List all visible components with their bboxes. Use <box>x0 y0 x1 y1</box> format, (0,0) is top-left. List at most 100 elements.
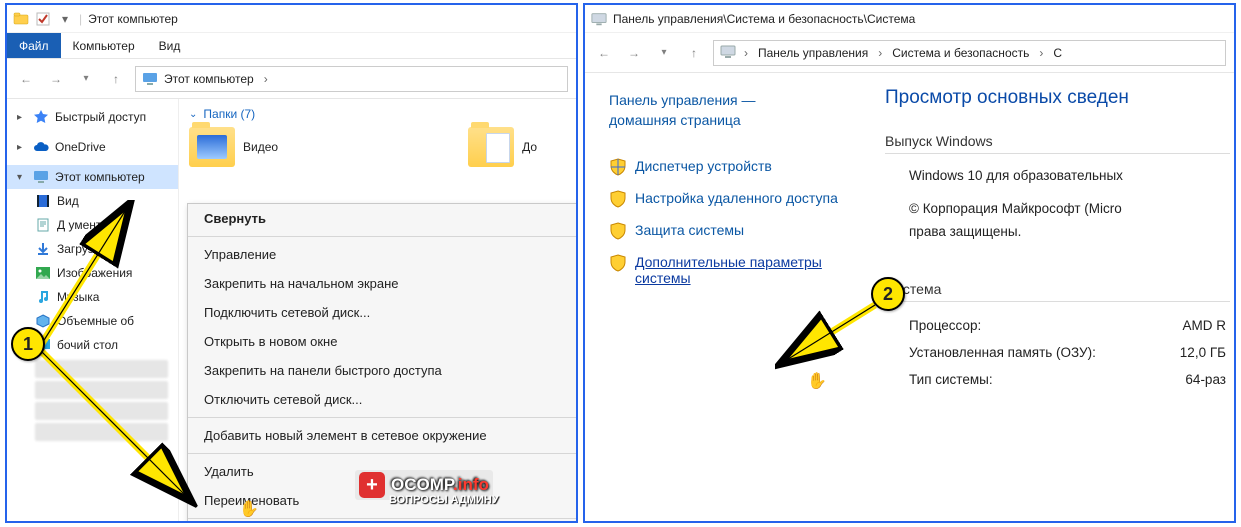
row-value: 12,0 ГБ <box>1180 345 1226 360</box>
pc-icon <box>33 169 49 185</box>
checkbox-icon <box>35 11 51 27</box>
forward-button[interactable]: → <box>623 42 645 64</box>
edition-value: Windows 10 для образовательных <box>885 164 1230 187</box>
annotation-badge-2: 2 <box>871 277 905 311</box>
back-button[interactable]: ← <box>593 42 615 64</box>
ctx-manage[interactable]: Управление <box>188 240 578 269</box>
row-value: 64-раз <box>1185 372 1226 387</box>
divider <box>885 153 1230 154</box>
link-label: Защита системы <box>635 222 744 238</box>
address-bar[interactable]: Панель управления Система и безопасность… <box>713 40 1226 66</box>
ctx-rename[interactable]: Переименовать <box>188 486 578 515</box>
ctx-add-network-location[interactable]: Добавить новый элемент в сетевое окружен… <box>188 421 578 450</box>
crumb-thispc[interactable]: Этот компьютер <box>162 70 256 88</box>
system-info-pane: Просмотр основных сведен Выпуск Windows … <box>879 73 1234 521</box>
shield-icon <box>609 254 627 272</box>
ctx-map-drive[interactable]: Подключить сетевой диск... <box>188 298 578 327</box>
ctx-delete[interactable]: Удалить <box>188 457 578 486</box>
music-icon <box>35 289 51 305</box>
section-edition: Выпуск Windows <box>885 133 1230 149</box>
row-cpu: Процессор: AMD R <box>885 312 1230 339</box>
separator <box>188 417 578 418</box>
folder-large-icon <box>468 127 514 167</box>
group-header-folders[interactable]: ⌄ Папки (7) <box>189 107 566 121</box>
window-title: Этот компьютер <box>88 12 178 26</box>
blurred-item <box>35 360 168 378</box>
tree-label: Этот компьютер <box>55 170 145 184</box>
tree-downloads[interactable]: Загрузки <box>7 237 178 261</box>
tree-onedrive[interactable]: ▸ OneDrive <box>7 135 178 159</box>
folder-label: Видео <box>243 140 278 154</box>
ctx-collapse[interactable]: Свернуть <box>188 204 578 233</box>
cloud-icon <box>33 139 49 155</box>
ctx-pin-start[interactable]: Закрепить на начальном экране <box>188 269 578 298</box>
shield-icon <box>609 158 627 176</box>
nav-bar: ← → ▾ ↑ Панель управления Система и безо… <box>585 33 1234 73</box>
cp-home-link[interactable]: Панель управления — домашняя страница <box>609 91 869 130</box>
tab-file[interactable]: Файл <box>7 33 61 58</box>
chevron-down-icon: ▾ <box>17 172 27 183</box>
tree-label: Быстрый доступ <box>55 110 146 124</box>
forward-button[interactable]: → <box>45 68 67 90</box>
link-remote-settings[interactable]: Настройка удаленного доступа <box>609 190 869 208</box>
folder-documents[interactable]: До <box>468 127 537 167</box>
ctx-pin-quick[interactable]: Закрепить на панели быстрого доступа <box>188 356 578 385</box>
row-value: AMD R <box>1183 318 1227 333</box>
crumb-control-panel[interactable]: Панель управления <box>756 44 870 62</box>
blurred-item <box>35 402 168 420</box>
separator <box>188 518 578 519</box>
crumb-system[interactable]: С <box>1051 44 1064 62</box>
ribbon-tabs: Файл Компьютер Вид <box>7 33 576 59</box>
explorer-titlebar: ▾ | Этот компьютер <box>7 5 576 33</box>
section-system: Система <box>885 281 1230 297</box>
tree-images[interactable]: Изображения <box>7 261 178 285</box>
crumb-system-security[interactable]: Система и безопасность <box>890 44 1031 62</box>
link-label: Настройка удаленного доступа <box>635 190 838 206</box>
ctx-open-new-window[interactable]: Открыть в новом окне <box>188 327 578 356</box>
tree-label: бочий стол <box>57 338 118 352</box>
separator <box>188 453 578 454</box>
nav-tree: ▸ Быстрый доступ ▸ OneDrive ▾ Этот компь… <box>7 99 179 521</box>
up-button[interactable]: ↑ <box>683 42 705 64</box>
link-label: Диспетчер устройств <box>635 158 772 174</box>
window-title: Панель управления\Система и безопасность… <box>613 12 915 26</box>
folder-video[interactable]: Видео <box>189 127 278 167</box>
up-button[interactable]: ↑ <box>105 68 127 90</box>
row-systype: Тип системы: 64-раз <box>885 366 1230 393</box>
folder-icon <box>13 11 29 27</box>
tree-music[interactable]: Музыка <box>7 285 178 309</box>
copyright-line: © Корпорация Майкрософт (Micro <box>885 197 1230 220</box>
tree-video[interactable]: Вид <box>7 189 178 213</box>
row-key: Установленная память (ОЗУ): <box>909 345 1096 360</box>
tab-computer[interactable]: Компьютер <box>61 33 147 58</box>
crumb-separator-icon <box>260 72 272 86</box>
crumb-separator-icon <box>740 46 752 60</box>
context-menu: Свернуть Управление Закрепить на начальн… <box>187 203 578 523</box>
tree-label: Изображения <box>57 266 132 280</box>
chevron-down-icon: ⌄ <box>189 109 197 120</box>
blurred-item <box>35 381 168 399</box>
explorer-window: ▾ | Этот компьютер Файл Компьютер Вид ← … <box>5 3 578 523</box>
ctx-disconnect-drive[interactable]: Отключить сетевой диск... <box>188 385 578 414</box>
history-dropdown[interactable]: ▾ <box>653 42 675 64</box>
crumb-separator-icon <box>1035 46 1047 60</box>
dropdown-icon[interactable]: ▾ <box>57 11 73 27</box>
link-system-protection[interactable]: Защита системы <box>609 222 869 240</box>
tab-view[interactable]: Вид <box>147 33 193 58</box>
crumb-separator-icon <box>874 46 886 60</box>
tree-quick-access[interactable]: ▸ Быстрый доступ <box>7 105 178 129</box>
ctx-properties[interactable]: Свойст <box>188 522 578 523</box>
pc-icon <box>720 45 736 61</box>
link-advanced-system-settings[interactable]: Дополнительные параметры системы <box>609 254 869 286</box>
divider <box>885 301 1230 302</box>
tree-this-pc[interactable]: ▾ Этот компьютер <box>7 165 178 189</box>
row-ram: Установленная память (ОЗУ): 12,0 ГБ <box>885 339 1230 366</box>
link-device-manager[interactable]: Диспетчер устройств <box>609 158 869 176</box>
film-icon <box>35 193 51 209</box>
chevron-right-icon: ▸ <box>17 112 27 123</box>
history-dropdown[interactable]: ▾ <box>75 68 97 90</box>
tree-label: Д ументы <box>57 218 110 232</box>
address-bar[interactable]: Этот компьютер <box>135 66 568 92</box>
back-button[interactable]: ← <box>15 68 37 90</box>
tree-documents[interactable]: Д ументы <box>7 213 178 237</box>
